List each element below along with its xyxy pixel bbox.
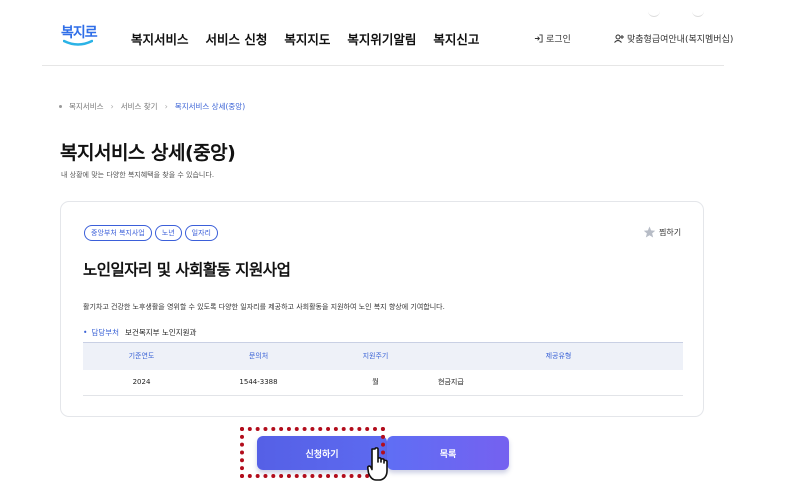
membership-link[interactable]: 맞춤형급여안내(복지멤버십) [614, 32, 733, 45]
table-header: 지원주기 [317, 342, 434, 370]
service-card: 중앙부처 복지사업 노년 일자리 찜하기 노인일자리 및 사회활동 지원사업 활… [60, 201, 704, 417]
table-header: 문의처 [200, 342, 317, 370]
service-info-table: 기준연도 문의처 지원주기 제공유형 2024 1544-3388 월 현금지급 [83, 342, 683, 396]
table-cell-contact: 1544-3388 [200, 369, 317, 396]
site-logo[interactable]: 복지로 [61, 22, 98, 50]
page-description: 내 상황에 맞는 다양한 복지혜택을 찾을 수 있습니다. [61, 171, 215, 179]
login-label: 로그인 [546, 35, 571, 45]
breadcrumb-current: 복지서비스 상세(중앙) [174, 102, 246, 111]
nav-service-apply[interactable]: 서비스 신청 [206, 29, 268, 48]
site-header: 복지로 복지서비스 서비스 신청 복지지도 복지위기알림 복지신고 로그인 맞춤… [42, 0, 733, 66]
table-header: 기준연도 [83, 342, 200, 370]
nav-welfare-service[interactable]: 복지서비스 [131, 29, 189, 48]
login-icon [534, 34, 543, 43]
service-description: 활기차고 건강한 노후생활을 영위할 수 있도록 다양한 일자리를 제공하고 사… [83, 303, 445, 311]
header-decoration [648, 9, 660, 17]
table-row: 2024 1544-3388 월 현금지급 [83, 369, 683, 396]
bookmark-label: 찜하기 [659, 227, 682, 237]
breadcrumb-item[interactable]: 복지서비스 [69, 101, 104, 112]
logo-smile-icon [63, 39, 93, 46]
table-cell-cycle: 월 [317, 369, 434, 396]
service-tags: 중앙부처 복지사업 노년 일자리 [84, 225, 218, 241]
main-nav: 복지서비스 서비스 신청 복지지도 복지위기알림 복지신고 [131, 29, 479, 48]
tag-age[interactable]: 노년 [154, 225, 182, 241]
table-header-row: 기준연도 문의처 지원주기 제공유형 [83, 342, 683, 370]
star-icon [643, 226, 656, 238]
table-cell-type: 현금지급 [434, 369, 683, 396]
home-dot-icon [59, 105, 62, 108]
membership-label: 맞춤형급여안내(복지멤버십) [627, 35, 734, 45]
table-header: 제공유형 [434, 342, 683, 370]
chevron-right-icon: › [164, 102, 168, 111]
nav-crisis-alert[interactable]: 복지위기알림 [347, 29, 416, 48]
list-button[interactable]: 목록 [387, 436, 509, 470]
bookmark-button[interactable]: 찜하기 [643, 226, 681, 238]
page-title: 복지서비스 상세(중앙) [60, 142, 236, 164]
department-info: 담당부처 보건복지부 노인지원과 [83, 327, 196, 338]
table-cell-year: 2024 [83, 369, 200, 396]
breadcrumb: 복지서비스 › 서비스 찾기 › 복지서비스 상세(중앙) [59, 101, 245, 112]
nav-welfare-map[interactable]: 복지지도 [284, 29, 330, 48]
login-link[interactable]: 로그인 [534, 32, 571, 45]
nav-welfare-report[interactable]: 복지신고 [433, 29, 479, 48]
tag-category[interactable]: 중앙부처 복지사업 [84, 225, 152, 241]
chevron-right-icon: › [110, 102, 114, 111]
header-decoration [692, 9, 704, 17]
hand-cursor-icon [366, 447, 388, 481]
department-value: 보건복지부 노인지원과 [125, 328, 197, 337]
service-title: 노인일자리 및 사회활동 지원사업 [83, 261, 291, 279]
tag-topic[interactable]: 일자리 [184, 225, 218, 241]
department-label: 담당부처 [83, 327, 119, 338]
user-plus-icon [614, 34, 624, 43]
breadcrumb-item[interactable]: 서비스 찾기 [121, 101, 158, 112]
